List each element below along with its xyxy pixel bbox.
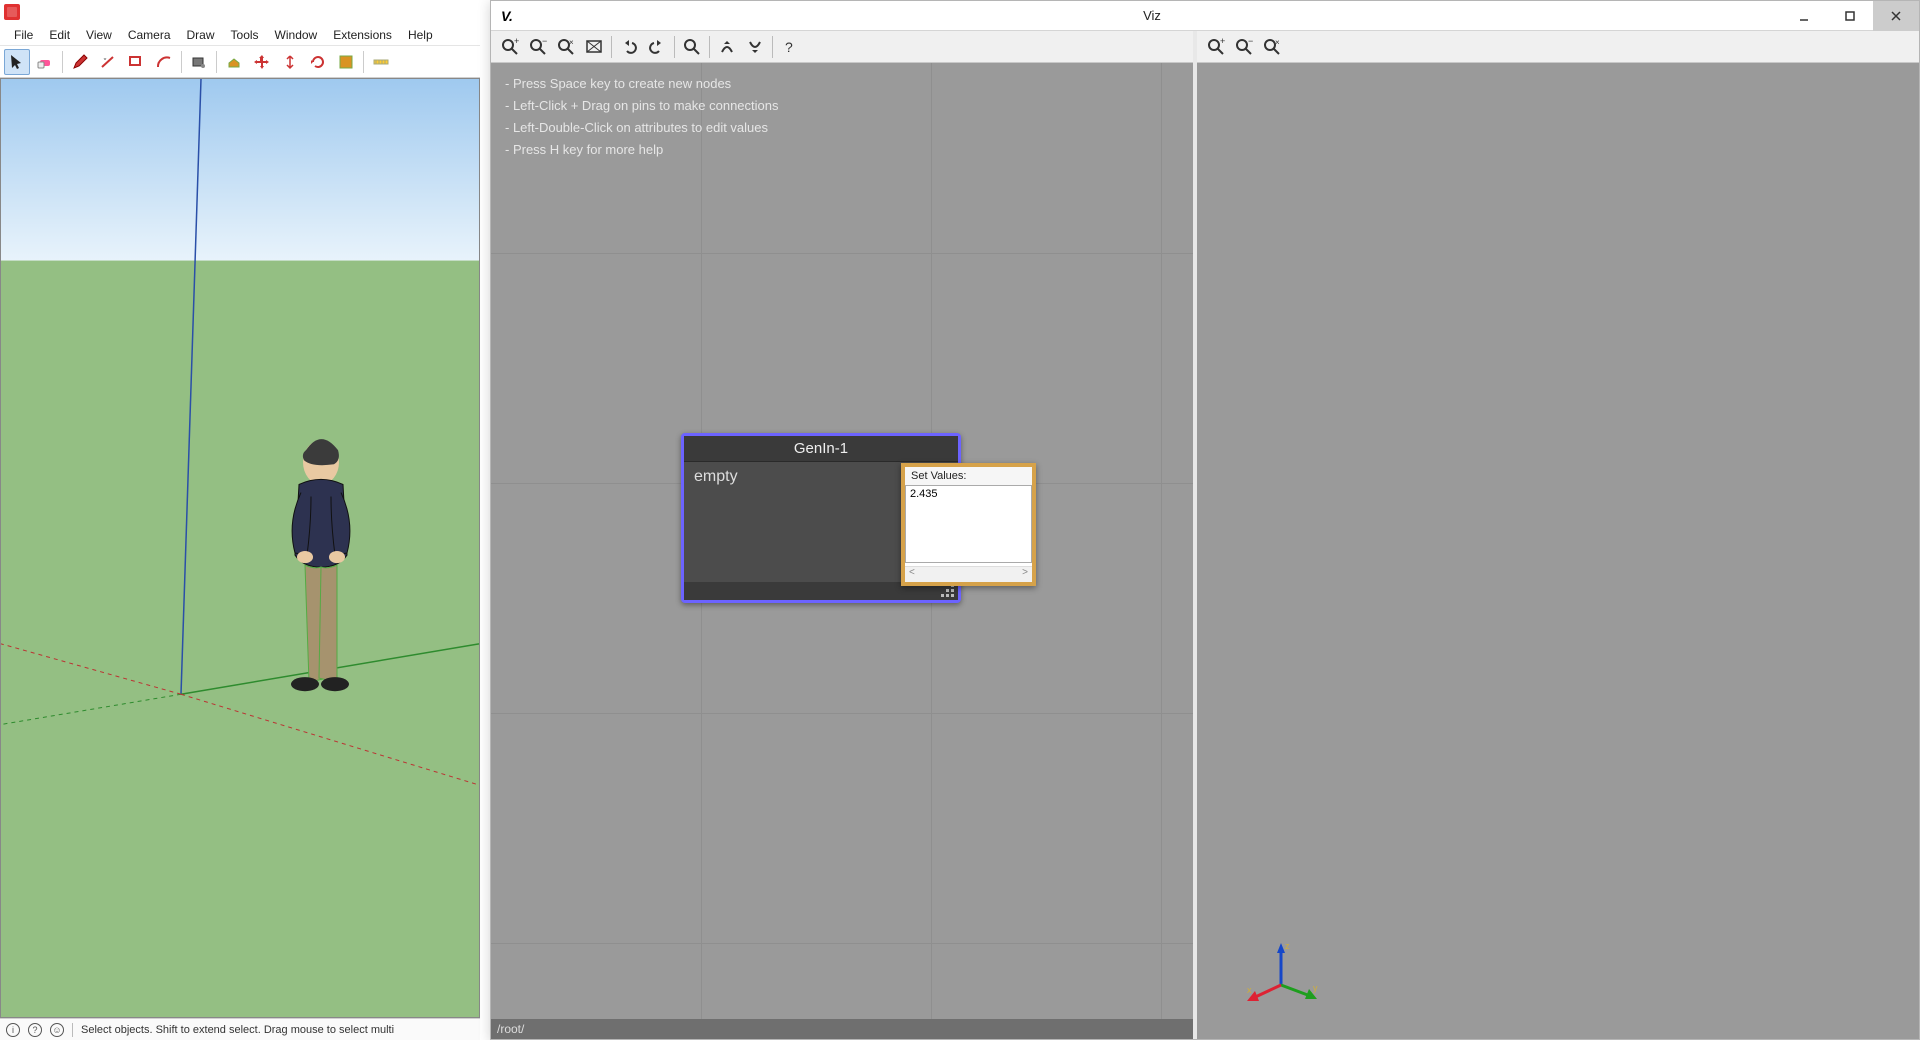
menu-tools[interactable]: Tools	[223, 26, 267, 44]
person-icon[interactable]: ☺	[50, 1023, 64, 1037]
viz-window: V. Viz + − ×	[490, 0, 1920, 1040]
resize-grip-icon[interactable]	[940, 585, 954, 597]
svg-text:×: ×	[1275, 38, 1280, 47]
line-menu-icon[interactable]	[95, 49, 121, 75]
viz-3d-pane: + − × z y x	[1197, 31, 1919, 1039]
maximize-button[interactable]	[1827, 1, 1873, 31]
tape-measure-icon[interactable]	[368, 49, 394, 75]
offset-icon[interactable]	[277, 49, 303, 75]
viz-titlebar: V. Viz	[491, 1, 1919, 31]
pushpull-icon[interactable]	[221, 49, 247, 75]
viz-right-toolbar: + − ×	[1197, 31, 1919, 63]
viz-logo-icon: V.	[491, 8, 523, 24]
scroll-left-icon[interactable]: <	[909, 567, 915, 582]
svg-text:y: y	[1313, 983, 1318, 993]
toolbar-separator	[674, 36, 675, 58]
zoom-reset-icon[interactable]: ×	[1259, 34, 1285, 60]
hint-line: - Left-Click + Drag on pins to make conn…	[505, 95, 779, 117]
viz-left-toolbar: + − × ?	[491, 31, 1193, 63]
toolbar-separator	[611, 36, 612, 58]
pencil-icon[interactable]	[67, 49, 93, 75]
viz-body: + − × ? - Press Space key to create new …	[491, 31, 1919, 1039]
viz-3d-viewport[interactable]: z y x	[1197, 63, 1919, 1039]
shape-menu-icon[interactable]	[123, 49, 149, 75]
toolbar-separator	[181, 51, 182, 73]
info-icon[interactable]: i	[6, 1023, 20, 1037]
viz-breadcrumb[interactable]: /root/	[491, 1019, 1193, 1039]
set-values-input[interactable]	[905, 485, 1032, 563]
redo-icon[interactable]	[644, 34, 670, 60]
sketchup-titlebar	[0, 0, 480, 24]
hint-line: - Press Space key to create new nodes	[505, 73, 779, 95]
menu-edit[interactable]: Edit	[41, 26, 78, 44]
zoom-region-icon[interactable]	[581, 34, 607, 60]
toolbar-separator	[62, 51, 63, 73]
svg-text:×: ×	[569, 38, 574, 47]
set-values-scrollbar[interactable]: < >	[905, 566, 1032, 582]
svg-text:z: z	[1285, 941, 1290, 951]
svg-text:x: x	[1247, 985, 1252, 995]
viz-node-canvas[interactable]: - Press Space key to create new nodes - …	[491, 63, 1193, 1019]
menu-file[interactable]: File	[6, 26, 41, 44]
statusbar-hint: Select objects. Shift to extend select. …	[81, 1024, 394, 1036]
eraser-icon[interactable]	[32, 49, 58, 75]
menu-extensions[interactable]: Extensions	[325, 26, 400, 44]
zoom-in-icon[interactable]: +	[497, 34, 523, 60]
expand-down-icon[interactable]	[742, 34, 768, 60]
scroll-right-icon[interactable]: >	[1022, 567, 1028, 582]
svg-text:+: +	[1220, 38, 1225, 46]
statusbar-separator	[72, 1023, 73, 1037]
canvas-help-hints: - Press Space key to create new nodes - …	[505, 73, 779, 161]
help-icon[interactable]: ?	[28, 1023, 42, 1037]
help-icon[interactable]: ?	[777, 34, 803, 60]
sketchup-statusbar: i ? ☺ Select objects. Shift to extend se…	[0, 1018, 480, 1040]
minimize-button[interactable]	[1781, 1, 1827, 31]
toolbar-separator	[363, 51, 364, 73]
color-bucket-icon[interactable]	[186, 49, 212, 75]
node-title[interactable]: GenIn-1	[684, 436, 958, 462]
set-values-label: Set Values:	[905, 467, 1032, 485]
viz-node-editor-pane: + − × ? - Press Space key to create new …	[491, 31, 1197, 1039]
zoom-out-icon[interactable]: −	[525, 34, 551, 60]
expand-up-icon[interactable]	[714, 34, 740, 60]
svg-text:−: −	[542, 38, 547, 46]
sketchup-window: File Edit View Camera Draw Tools Window …	[0, 0, 480, 1040]
window-controls	[1781, 1, 1919, 31]
sketchup-viewport[interactable]	[0, 78, 480, 1018]
close-button[interactable]	[1873, 1, 1919, 31]
zoom-in-icon[interactable]: +	[1203, 34, 1229, 60]
viz-window-title: Viz	[523, 8, 1781, 23]
svg-text:−: −	[1248, 38, 1253, 46]
zoom-out-icon[interactable]: −	[1231, 34, 1257, 60]
menu-help[interactable]: Help	[400, 26, 441, 44]
sketchup-toolbar	[0, 46, 480, 78]
rotate-icon[interactable]	[305, 49, 331, 75]
arc-menu-icon[interactable]	[151, 49, 177, 75]
set-values-popup: Set Values: < >	[901, 463, 1036, 586]
hint-line: - Left-Double-Click on attributes to edi…	[505, 117, 779, 139]
toolbar-separator	[772, 36, 773, 58]
move-icon[interactable]	[249, 49, 275, 75]
toolbar-separator	[709, 36, 710, 58]
sketchup-menubar: File Edit View Camera Draw Tools Window …	[0, 24, 480, 46]
undo-icon[interactable]	[616, 34, 642, 60]
find-icon[interactable]	[679, 34, 705, 60]
svg-text:+: +	[514, 38, 519, 46]
select-arrow-icon[interactable]	[4, 49, 30, 75]
axis-gizmo-icon[interactable]: z y x	[1241, 935, 1321, 1015]
menu-view[interactable]: View	[78, 26, 120, 44]
sketchup-logo-icon	[4, 4, 20, 20]
svg-text:?: ?	[785, 39, 793, 55]
menu-camera[interactable]: Camera	[120, 26, 179, 44]
scale-icon[interactable]	[333, 49, 359, 75]
menu-draw[interactable]: Draw	[179, 26, 223, 44]
menu-window[interactable]: Window	[267, 26, 326, 44]
hint-line: - Press H key for more help	[505, 139, 779, 161]
toolbar-separator	[216, 51, 217, 73]
zoom-reset-icon[interactable]: ×	[553, 34, 579, 60]
